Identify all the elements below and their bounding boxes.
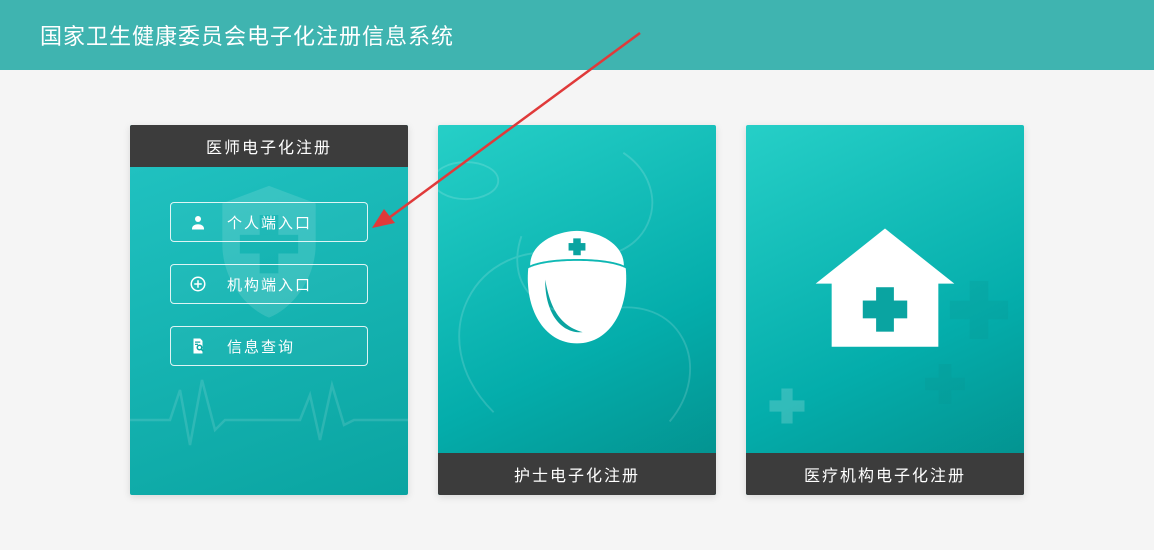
card-institution-body [746,125,1024,453]
card-nurse-registration[interactable]: 护士电子化注册 [438,125,716,495]
personal-entry-label: 个人端入口 [227,212,312,233]
card-nurse-body [438,125,716,453]
main-content: 医师电子化注册 个人端入口 机构端入口 [0,70,1154,495]
hospital-house-icon [805,214,965,364]
card-doctor-body: 个人端入口 机构端入口 信息查询 [130,167,408,366]
info-query-button[interactable]: 信息查询 [170,326,368,366]
document-search-icon [189,337,207,355]
card-doctor-registration: 医师电子化注册 个人端入口 机构端入口 [130,125,408,495]
org-entry-label: 机构端入口 [227,274,312,295]
card-nurse-title: 护士电子化注册 [438,453,716,495]
plus-decoration-icon [944,275,1014,345]
user-icon [189,213,207,231]
app-title: 国家卫生健康委员会电子化注册信息系统 [40,19,454,51]
ecg-line-icon [130,370,408,460]
plus-decoration-icon [921,360,969,408]
card-institution-title: 医疗机构电子化注册 [746,453,1024,495]
personal-entry-button[interactable]: 个人端入口 [170,202,368,242]
card-institution-registration[interactable]: 医疗机构电子化注册 [746,125,1024,495]
app-header: 国家卫生健康委员会电子化注册信息系统 [0,0,1154,70]
card-doctor-title: 医师电子化注册 [130,125,408,167]
medical-cross-icon [189,275,207,293]
nurse-cap-icon [502,214,652,364]
org-entry-button[interactable]: 机构端入口 [170,264,368,304]
info-query-label: 信息查询 [227,336,295,357]
plus-decoration-icon [766,385,808,427]
